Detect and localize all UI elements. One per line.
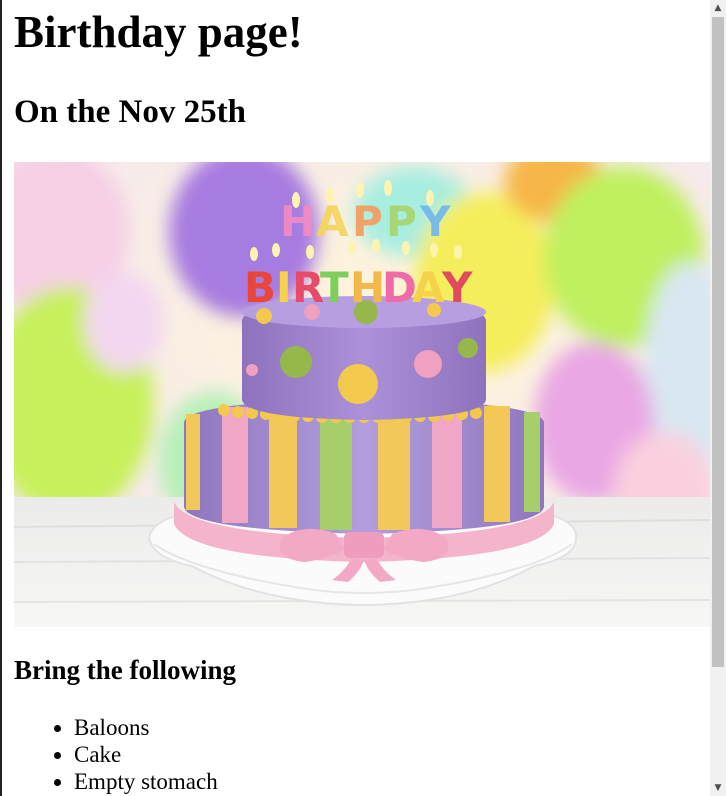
birthday-cake-image: H A P P Y B I R T H D A Y [14, 162, 710, 627]
svg-text:I: I [276, 263, 292, 312]
scrollbar-thumb[interactable] [712, 17, 724, 667]
list-item: Cake [74, 741, 218, 768]
svg-text:A: A [412, 263, 445, 312]
window-left-border [0, 0, 2, 796]
svg-text:B: B [244, 263, 276, 312]
triangle-up-icon[interactable]: ▲ [710, 0, 726, 16]
svg-text:T: T [320, 263, 349, 312]
svg-text:A: A [316, 197, 349, 246]
list-item: Empty stomach [74, 768, 218, 795]
vertical-scrollbar[interactable]: ▲ ▼ [710, 0, 726, 796]
cake-top-tier [242, 296, 486, 420]
page-subtitle: On the Nov 25th [14, 94, 246, 130]
svg-text:P: P [352, 197, 383, 246]
triangle-down-icon[interactable]: ▼ [710, 780, 726, 796]
svg-text:H: H [350, 263, 385, 312]
page-title: Birthday page! [14, 7, 303, 57]
svg-text:Y: Y [419, 197, 451, 246]
bring-list: Baloons Cake Empty stomach [14, 714, 218, 795]
list-item: Baloons [74, 714, 218, 741]
list-heading: Bring the following [14, 655, 237, 685]
svg-text:P: P [386, 197, 417, 246]
svg-text:Y: Y [441, 263, 473, 312]
